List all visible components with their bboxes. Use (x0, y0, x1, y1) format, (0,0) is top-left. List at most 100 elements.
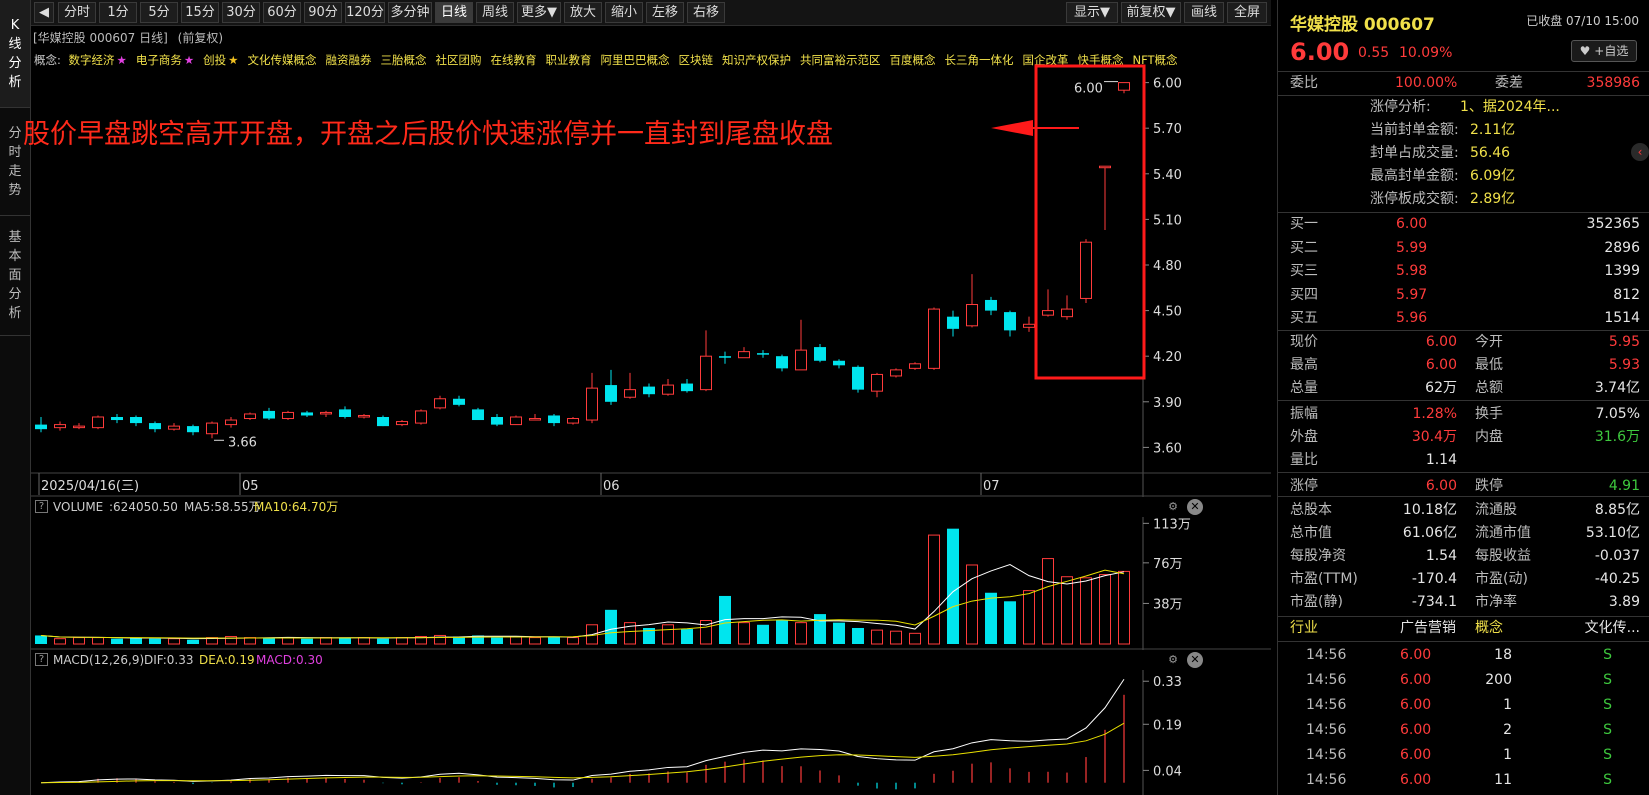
candle[interactable] (149, 421, 161, 433)
candle[interactable] (92, 415, 104, 430)
candle[interactable] (890, 368, 902, 378)
sidebar-tab-fundamental[interactable]: 基本面分析 (0, 216, 30, 336)
volume-settings-icon[interactable]: ⚙ (1165, 499, 1181, 515)
weibi-label: 委比 (1290, 75, 1318, 91)
stat-label: 跌停 (1475, 478, 1503, 494)
volume-bar (282, 637, 294, 645)
volume-bar (909, 632, 921, 645)
volume-close-icon[interactable]: ✕ (1187, 499, 1203, 515)
candle[interactable] (985, 296, 997, 316)
candle[interactable] (814, 344, 826, 363)
stat-value: 6.00 (1425, 478, 1457, 494)
candle-body (453, 398, 465, 405)
candle[interactable] (928, 307, 940, 370)
candle[interactable] (35, 417, 47, 433)
candle[interactable] (358, 413, 370, 419)
concept-value[interactable]: 文化传... (1585, 617, 1640, 640)
candle[interactable] (738, 347, 750, 359)
candle[interactable] (491, 413, 503, 427)
candle-body (263, 410, 275, 419)
candle[interactable] (947, 310, 959, 337)
candle[interactable] (73, 423, 85, 430)
candle-body (1004, 312, 1016, 331)
candle[interactable] (966, 274, 978, 328)
price-tick-label: 5.40 (1153, 168, 1182, 183)
candle[interactable] (871, 372, 883, 398)
candle[interactable] (719, 351, 731, 364)
sidebar-tab-kline[interactable]: K线分析 (0, 0, 30, 108)
candle[interactable] (852, 365, 864, 393)
trade-side: S (1603, 647, 1612, 663)
candle[interactable] (1023, 316, 1035, 332)
candle[interactable] (643, 383, 655, 398)
candle[interactable] (586, 372, 598, 424)
candle-body (434, 398, 446, 409)
candle[interactable] (529, 413, 541, 421)
candle[interactable] (833, 359, 845, 369)
candle[interactable] (567, 417, 579, 425)
candle-body (415, 410, 427, 424)
candle[interactable] (1080, 239, 1092, 303)
stat-label: 换手 (1475, 406, 1503, 422)
candle[interactable] (415, 409, 427, 425)
candle[interactable] (1004, 310, 1016, 337)
candle[interactable] (225, 417, 237, 428)
candle[interactable] (757, 350, 769, 358)
candle[interactable] (776, 354, 788, 372)
candle[interactable] (909, 362, 921, 370)
stat-label: 市盈(TTM) (1290, 571, 1358, 587)
bid-row: 买二 5.99 2896 (1290, 237, 1640, 260)
trade-price: 6.00 (1400, 672, 1432, 688)
add-favorite-button[interactable]: ♥ +自选 (1571, 40, 1637, 62)
volume-bar (377, 638, 389, 644)
candle[interactable] (1042, 289, 1054, 317)
candle[interactable] (605, 369, 617, 405)
candle[interactable] (320, 410, 332, 417)
bid-label: 买三 (1290, 263, 1318, 279)
candle[interactable] (1061, 295, 1073, 320)
candle[interactable] (206, 421, 218, 439)
volume-bar (54, 638, 66, 645)
volume-bar (548, 636, 560, 644)
candle-body (605, 385, 617, 402)
candle[interactable] (662, 379, 674, 396)
candle[interactable] (453, 395, 465, 407)
candle[interactable] (1118, 82, 1130, 94)
candle[interactable] (54, 421, 66, 431)
candle[interactable] (130, 415, 142, 427)
candle[interactable] (111, 413, 123, 424)
candle[interactable] (339, 406, 351, 419)
candle[interactable] (377, 415, 389, 427)
macd-title: MACD(12,26,9) (53, 653, 145, 667)
candle-body (624, 389, 636, 398)
stat-label: 最高 (1290, 357, 1318, 373)
candle[interactable] (700, 330, 712, 392)
candle[interactable] (244, 412, 256, 421)
volume-help-icon[interactable]: ? (35, 500, 48, 513)
candle[interactable] (187, 424, 199, 436)
candle[interactable] (548, 413, 560, 427)
candle[interactable] (472, 407, 484, 421)
macd-close-icon[interactable]: ✕ (1187, 652, 1203, 668)
bid-volume: 352365 (1586, 216, 1640, 232)
candle[interactable] (681, 379, 693, 393)
candle[interactable] (1099, 165, 1111, 231)
candle[interactable] (263, 407, 275, 421)
candle[interactable] (301, 410, 313, 417)
candle[interactable] (624, 372, 636, 399)
candle[interactable] (510, 415, 522, 426)
macd-settings-icon[interactable]: ⚙ (1165, 652, 1181, 668)
low-marker-label: 3.66 (228, 435, 257, 450)
candle[interactable] (434, 395, 446, 410)
candle-body (244, 413, 256, 420)
candle[interactable] (795, 319, 807, 371)
stat-label: 现价 (1290, 334, 1318, 350)
stat-row: 总股本 10.18亿 流通股 8.85亿 (1290, 499, 1640, 522)
volume-bar (130, 637, 142, 644)
volume-title: VOLUME (53, 500, 104, 514)
industry-value[interactable]: 广告营销 (1400, 617, 1456, 640)
candle[interactable] (282, 410, 294, 421)
macd-help-icon[interactable]: ? (35, 653, 48, 666)
candle[interactable] (168, 423, 180, 431)
candle[interactable] (396, 420, 408, 427)
